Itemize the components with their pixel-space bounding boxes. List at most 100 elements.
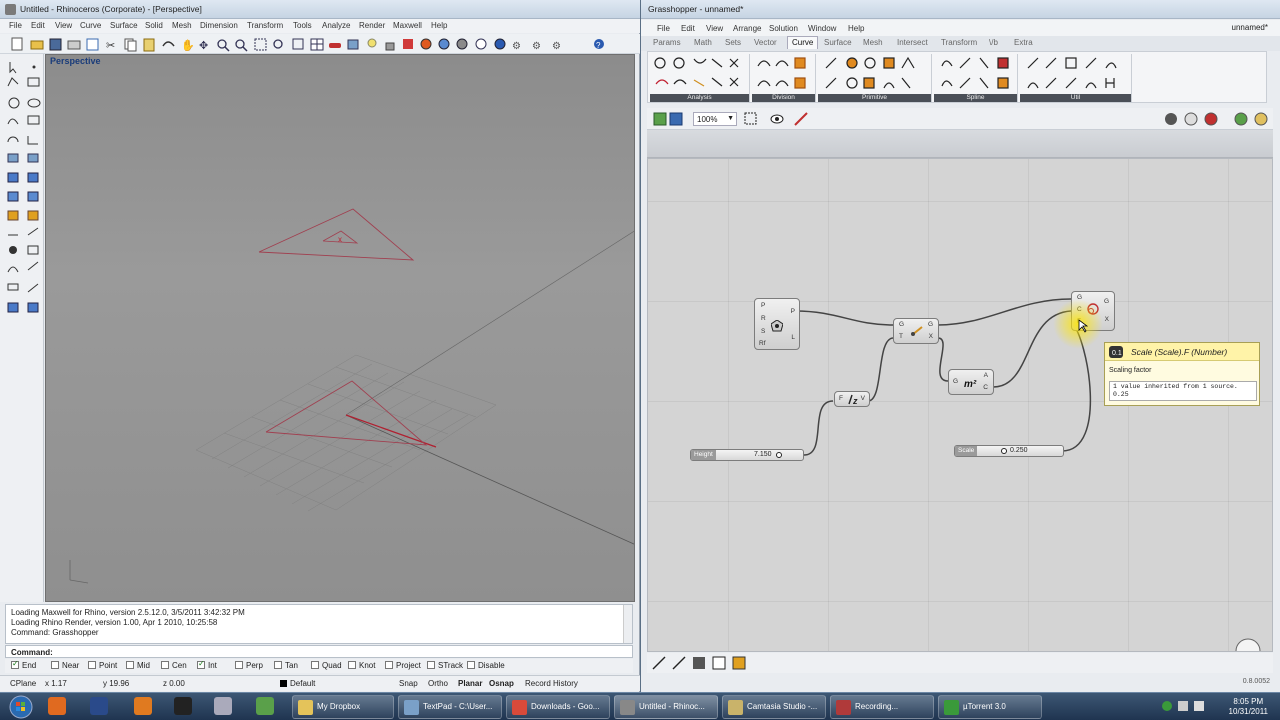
canvas-widget-icon[interactable]	[1234, 637, 1264, 652]
tab-vb[interactable]: \/b	[989, 38, 998, 47]
port-label[interactable]: C	[983, 384, 988, 391]
gh-menu-edit[interactable]: Edit	[681, 24, 695, 33]
status-cplane[interactable]: CPlane	[10, 679, 36, 688]
rhino-menu-curve[interactable]: Curve	[80, 21, 101, 30]
rhino-menu-file[interactable]: File	[9, 21, 22, 30]
taskbar-window[interactable]: Recording...	[830, 695, 934, 719]
tab-math[interactable]: Math	[694, 38, 712, 47]
pinned-app-icon[interactable]	[174, 697, 192, 715]
port-label[interactable]: G	[899, 321, 904, 328]
util-component-icons[interactable]	[1026, 56, 1130, 92]
status-osnap[interactable]: Osnap	[489, 679, 514, 688]
rhino-menu-tools[interactable]: Tools	[293, 21, 312, 30]
gh-menu-help[interactable]: Help	[848, 24, 864, 33]
port-label[interactable]: Rf	[759, 340, 766, 347]
osnap-int[interactable]: Int	[197, 659, 217, 670]
height-slider[interactable]: Height 7.150	[690, 449, 804, 461]
taskbar-window[interactable]: TextPad - C:\User...	[398, 695, 502, 719]
division-component-icons[interactable]	[756, 56, 812, 92]
history-scrollbar[interactable]	[623, 605, 632, 643]
port-label[interactable]: X	[929, 333, 933, 340]
taskbar-window[interactable]: Camtasia Studio -...	[722, 695, 826, 719]
port-label[interactable]: X	[1105, 316, 1109, 323]
tab-intersect[interactable]: Intersect	[897, 38, 928, 47]
rhino-menu-solid[interactable]: Solid	[145, 21, 163, 30]
slider-grip-icon[interactable]	[1001, 448, 1007, 454]
rhino-menu-help[interactable]: Help	[431, 21, 447, 30]
grasshopper-taskbar-icon[interactable]	[256, 697, 274, 715]
tab-sets[interactable]: Sets	[725, 38, 741, 47]
osnap-perp[interactable]: Perp	[235, 661, 263, 670]
status-ortho[interactable]: Ortho	[428, 679, 448, 688]
scale-slider[interactable]: Scale 0.250	[954, 445, 1064, 457]
tab-transform[interactable]: Transform	[941, 38, 977, 47]
status-record-history[interactable]: Record History	[525, 679, 578, 688]
rhino-menu-render[interactable]: Render	[359, 21, 385, 30]
pinned-app-icon[interactable]	[214, 697, 232, 715]
canvas-display-buttons[interactable]	[1163, 111, 1269, 127]
port-label[interactable]: P	[761, 302, 765, 309]
taskbar-window[interactable]: µTorrent 3.0	[938, 695, 1042, 719]
port-label[interactable]: V	[861, 395, 865, 402]
port-label[interactable]: L	[791, 334, 795, 341]
rhino-menu-view[interactable]: View	[55, 21, 72, 30]
command-line[interactable]: Command:	[5, 645, 633, 658]
polygon-component[interactable]: P R S Rf P L	[754, 298, 800, 350]
osnap-cen[interactable]: Cen	[161, 661, 187, 670]
rhino-main-toolbar-icons[interactable]	[6, 60, 42, 340]
move-component[interactable]: G T G X	[893, 318, 939, 344]
tray-utorrent-icon[interactable]	[1162, 701, 1172, 711]
rhino-menu-maxwell[interactable]: Maxwell	[393, 21, 422, 30]
firefox-icon[interactable]	[48, 697, 66, 715]
port-label[interactable]: G	[953, 378, 958, 385]
gh-menu-window[interactable]: Window	[808, 24, 836, 33]
port-label[interactable]: S	[761, 328, 765, 335]
rhino-menu-mesh[interactable]: Mesh	[172, 21, 192, 30]
rhino-titlebar[interactable]: Untitled - Rhinoceros (Corporate) - [Per…	[0, 0, 640, 19]
osnap-near[interactable]: Near	[51, 661, 79, 670]
gh-menu-solution[interactable]: Solution	[769, 24, 798, 33]
network-icon[interactable]	[1178, 701, 1188, 711]
taskbar-window[interactable]: Downloads - Goo...	[506, 695, 610, 719]
rhino-menu-analyze[interactable]: Analyze	[322, 21, 350, 30]
osnap-strack[interactable]: STrack	[427, 661, 463, 670]
status-snap[interactable]: Snap	[399, 679, 418, 688]
tab-extra[interactable]: Extra	[1014, 38, 1033, 47]
speaker-icon[interactable]	[1194, 701, 1204, 711]
spline-component-icons[interactable]	[940, 56, 1016, 92]
osnap-mid[interactable]: Mid	[126, 661, 150, 670]
port-label[interactable]: G	[928, 321, 933, 328]
taskbar-window[interactable]: My Dropbox	[292, 695, 394, 719]
rhino-menu-transform[interactable]: Transform	[247, 21, 283, 30]
osnap-quad[interactable]: Quad	[311, 661, 342, 670]
slider-grip-icon[interactable]	[776, 452, 782, 458]
analysis-component-icons[interactable]	[654, 56, 746, 92]
osnap-knot[interactable]: Knot	[348, 661, 375, 670]
port-label[interactable]: G	[1104, 298, 1109, 305]
port-label[interactable]: A	[984, 372, 988, 379]
gh-canvas[interactable]: P R S Rf P L G T G X F V z G A C m² G G …	[647, 158, 1273, 652]
zoom-dropdown[interactable]: 100% ▼	[693, 112, 737, 126]
port-label[interactable]: T	[899, 333, 903, 340]
illustrator-icon[interactable]	[134, 697, 152, 715]
gh-menu-view[interactable]: View	[706, 24, 723, 33]
osnap-disable[interactable]: Disable	[467, 661, 505, 670]
primitive-component-icons[interactable]	[824, 56, 928, 92]
rhino-menu-surface[interactable]: Surface	[110, 21, 138, 30]
osnap-project[interactable]: Project	[385, 661, 421, 670]
area-component[interactable]: G A C m²	[948, 369, 994, 395]
gh-menu-file[interactable]: File	[657, 24, 670, 33]
start-button-icon[interactable]	[8, 695, 34, 719]
unit-z-component[interactable]: F V z	[834, 391, 870, 407]
canvas-file-buttons[interactable]	[653, 111, 683, 127]
gh-titlebar[interactable]: Grasshopper - unnamed*	[641, 0, 1280, 19]
bottom-tool-icons[interactable]	[651, 655, 751, 671]
tab-mesh[interactable]: Mesh	[863, 38, 883, 47]
osnap-end[interactable]: End	[11, 659, 36, 670]
osnap-tan[interactable]: Tan	[274, 661, 298, 670]
osnap-point[interactable]: Point	[88, 661, 117, 670]
gh-menu-arrange[interactable]: Arrange	[733, 24, 761, 33]
rhino-toolbar-icons[interactable]: ✂ ✋ ✥ ⚙ ⚙ ⚙ ?	[10, 37, 610, 52]
port-label[interactable]: F	[839, 395, 843, 402]
perspective-viewport[interactable]: Perspective x	[45, 54, 635, 602]
